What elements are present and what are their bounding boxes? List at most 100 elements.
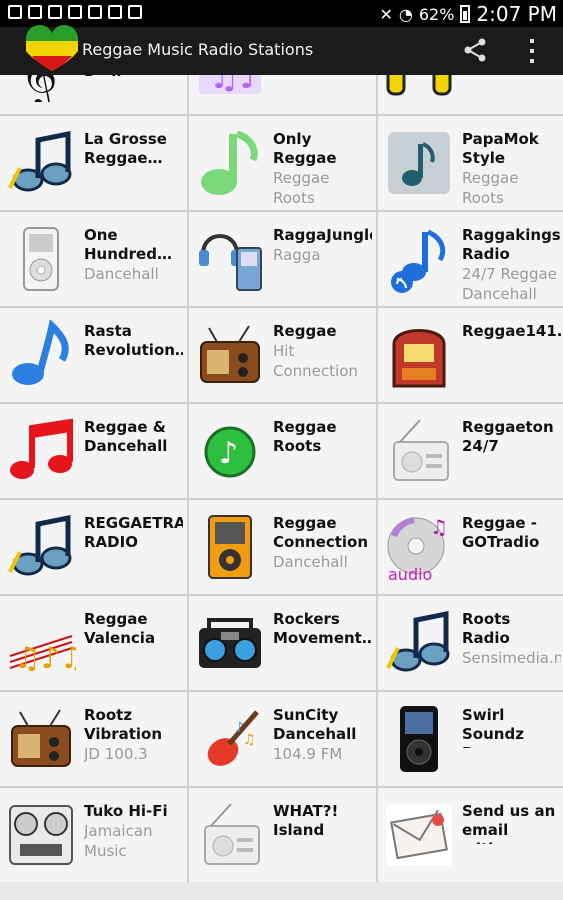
svg-text:♫♪♫: ♫♪♫ [14,641,76,676]
boombox-icon [199,618,261,668]
station-name: Only Reggae [273,130,337,167]
status-bar: ✕ ◔ 62% 2:07 PM [0,0,563,27]
station-tile[interactable]: PapaMok Style Reggae Roots [378,116,563,210]
station-name: Roots Radio [462,610,511,647]
station-subtitle: 24/7 Reggae Dancehall [462,265,557,303]
station-tile[interactable]: Only Reggae Reggae Roots [189,116,376,210]
station-tile[interactable]: Reggae141.com [378,308,563,402]
treble-clef-icon: 𝄞 [20,75,58,102]
station-name: Raggakings Radio [462,226,561,263]
share-icon[interactable] [462,37,488,63]
station-tile[interactable]: Reggae Connection Dancehall [189,500,376,594]
station-name: Reggae Connection [273,514,369,551]
station-name: WHAT?! Island [273,802,339,839]
station-subtitle: Ragga [273,246,321,264]
book-icon [48,5,62,19]
audio-cd-icon: ♫ audio [387,515,448,582]
station-tile[interactable]: REGGAETRADE RADIO [0,500,187,594]
orange-player-icon [208,515,252,579]
station-subtitle: Sensimedia.net [462,649,561,667]
station-tile[interactable]: Roots Radio Sensimedia.net [378,596,563,690]
station-tile[interactable]: La Grosse Reggae… [0,116,187,210]
station-tile[interactable]: Raggakings Radio 24/7 Reggae Dancehall [378,212,563,306]
station-tile[interactable]: Rasta Revolution… [0,308,187,402]
station-subtitle: Jamaican Music [84,822,153,860]
station-subtitle: Reggae Roots [273,169,330,207]
station-name: Reggae - GOTradio [462,514,540,551]
music-notes-icon: ♫♪ [199,75,261,97]
station-tile[interactable]: Reggae & Dancehall [0,404,187,498]
station-tile[interactable]: ♪ ♫ SunCity Dancehall 104.9 FM [189,692,376,786]
music-note-icon [8,514,72,576]
station-subtitle: 104.9 FM [273,745,343,763]
image-icon [8,5,22,19]
station-name: RaggaJungle [273,226,372,244]
app-title: Reggae Music Radio Stations [82,40,314,59]
radio-icon [204,803,260,865]
station-tile[interactable]: ♪ Reggae Roots [189,404,376,498]
message-icon [28,5,42,19]
station-tile[interactable]: Reggae Hit Connection [189,308,376,402]
station-name: PapaMok Style [462,130,539,167]
music-note-icon [386,610,450,672]
station-tile[interactable]: Rootz Vibration JD 100.3 [0,692,187,786]
station-name: One Hundred… [84,226,172,263]
station-name: Tuko Hi-Fi [84,802,168,820]
svg-text:♫: ♫ [430,515,448,539]
station-tile[interactable]: One Hundred… Dancehall [0,212,187,306]
station-name: SunCity Dancehall [273,706,357,743]
station-tile[interactable]: ♫♪Jamaica Hi-Def Radio [189,75,376,114]
station-subtitle: JD 100.3 [84,745,148,763]
station-tile[interactable]: WHAT?! Island [189,788,376,882]
station-subtitle: Hit Connection [273,342,358,380]
note-tile-icon [388,132,450,194]
station-tile[interactable]: Swirl Soundz Reggae [378,692,563,786]
radio-icon [393,419,449,481]
station-name: Rootz Vibration [84,706,163,743]
station-name: Reggae & Dancehall [84,418,168,455]
station-tile[interactable]: ♫ audio Reggae - GOTradio [378,500,563,594]
jukebox-icon [392,329,446,388]
station-name: Reggae [273,322,337,340]
notification-icons [8,5,142,19]
app-logo-icon[interactable] [24,25,80,73]
mute-icon: ✕ [379,4,393,24]
staff-notes-icon: ♫♪♫ [9,635,76,676]
station-name: La Grosse Reggae… [84,130,167,167]
ipod-icon [23,227,59,291]
station-subtitle: Reggae Roots [462,169,519,207]
book-icon [88,5,102,19]
station-name: REGGAETRADE RADIO [84,514,183,551]
station-tile[interactable]: Jamrockone [378,75,563,114]
clock: 2:07 PM [476,2,557,26]
station-name: Swirl Soundz Reggae [462,706,526,748]
headphones-icon [386,75,452,96]
station-name: Reggaeton 24/7 [462,418,554,455]
green-note-icon [201,130,258,195]
station-name: Reggae Roots [273,418,337,455]
station-tile[interactable]: Tuko Hi-Fi Jamaican Music [0,788,187,882]
vintage-radio-icon [200,325,260,383]
station-subtitle: Dancehall [273,553,348,571]
green-circle-note-icon: ♪ [204,426,256,478]
station-tile[interactable]: Send us an email with… [378,788,563,882]
mp3-player-icon [199,234,262,291]
vintage-radio-icon [11,709,71,767]
station-name: Reggae Valencia [84,610,156,647]
station-name: Rasta Revolution… [84,322,183,359]
battery-icon [460,5,471,23]
station-subtitle: Dancehall [84,265,159,283]
station-name: Rockers Movement… [273,610,372,647]
svg-text:♪: ♪ [219,436,238,471]
overflow-menu-icon[interactable] [528,39,536,63]
station-tile[interactable]: 𝄞 Jamaican Roots Radio [0,75,187,114]
blue-note-icon [12,320,69,385]
station-tile[interactable]: Rockers Movement… [189,596,376,690]
station-name: Send us an email with… [462,802,556,844]
station-tile[interactable]: ♫♪♫ Reggae Valencia [0,596,187,690]
svg-text:♫♪: ♫♪ [209,75,261,97]
station-tile[interactable]: Reggaeton 24/7 [378,404,563,498]
station-name: Jamaican Roots Radio [84,75,183,76]
battery-percent: 62% [418,4,455,24]
station-tile[interactable]: RaggaJungle Ragga [189,212,376,306]
